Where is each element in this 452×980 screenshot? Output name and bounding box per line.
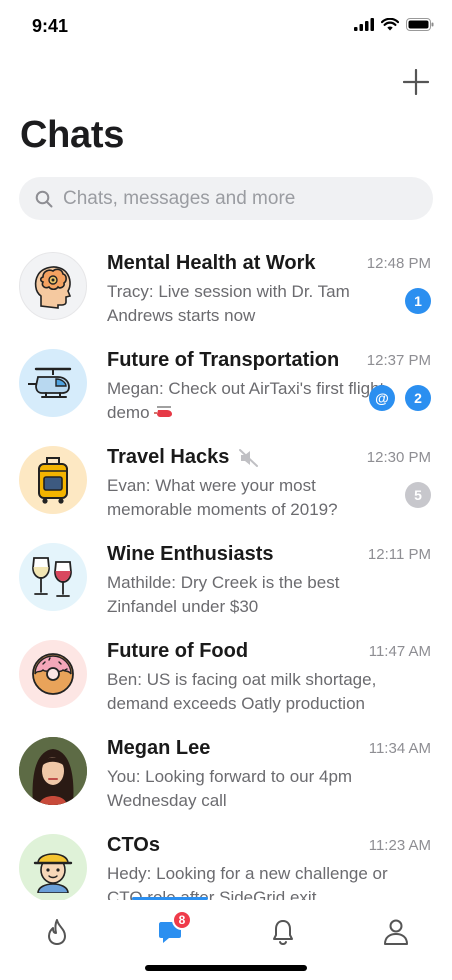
chat-name: Mental Health at Work [107, 252, 316, 274]
chat-name: Future of Food [107, 640, 249, 662]
chat-time: 11:34 AM [368, 740, 431, 757]
chat-name: Wine Enthusiasts [107, 543, 274, 565]
chat-row-wine-enthusiasts[interactable]: Wine Enthusiasts 12:11 PM Mathilde: Dry … [0, 531, 452, 627]
status-icons [354, 18, 434, 31]
bell-icon [273, 920, 293, 946]
chat-time: 12:30 PM [366, 449, 431, 466]
helicopter-emoji-icon [154, 406, 173, 417]
status-time: 9:41 [32, 16, 69, 36]
chat-preview: Ben: US is facing oat milk shortage, dem… [107, 670, 377, 713]
chat-time: 12:48 PM [366, 255, 431, 272]
group-avatar [19, 252, 87, 320]
battery-icon [406, 18, 434, 31]
chat-preview: Evan: What were your most memorable mome… [107, 476, 338, 519]
tab-chats[interactable]: 8 [145, 910, 195, 952]
mention-badge: @ [369, 385, 395, 411]
badges: 5 [405, 482, 431, 508]
flame-icon [48, 919, 66, 945]
helicopter-icon [28, 367, 72, 398]
chat-time: 12:37 PM [366, 352, 431, 369]
badges: @ 2 [369, 385, 431, 411]
chat-row-future-of-transportation[interactable]: Future of Transportation 12:37 PM Megan:… [0, 337, 452, 433]
home-indicator [145, 965, 307, 971]
brain-head-icon [34, 266, 72, 309]
chat-preview: Megan: Check out AirTaxi's first flight … [107, 379, 385, 422]
chat-row-megan-lee[interactable]: Megan Lee 11:34 AM You: Looking forward … [0, 725, 452, 821]
group-avatar [19, 446, 87, 514]
search-icon [35, 190, 53, 207]
chat-row-mental-health[interactable]: Mental Health at Work 12:48 PM Tracy: Li… [0, 240, 452, 336]
donut-icon [32, 653, 74, 695]
tab-bar: 8 [0, 900, 452, 960]
group-avatar [19, 349, 87, 417]
person-photo-icon [19, 737, 87, 805]
chat-row-ctos[interactable]: CTOs 11:23 AM Hedy: Looking for a new ch… [0, 822, 452, 900]
new-chat-button[interactable] [396, 62, 436, 102]
tab-profile[interactable] [371, 912, 421, 952]
user-avatar-photo [19, 737, 87, 805]
status-bar: 9:41 [0, 0, 452, 54]
wine-glasses-icon [32, 557, 72, 597]
chat-name: Future of Transportation [107, 349, 340, 371]
search-input[interactable]: Chats, messages and more [19, 177, 433, 220]
profile-icon [384, 919, 408, 945]
chat-name: CTOs [107, 834, 160, 856]
group-avatar [19, 543, 87, 611]
chat-preview: Tracy: Live session with Dr. Tam Andrews… [107, 282, 350, 325]
unread-badge: 2 [405, 385, 431, 411]
chat-preview: Mathilde: Dry Creek is the best Zinfande… [107, 573, 340, 616]
chat-list: Mental Health at Work 12:48 PM Tracy: Li… [0, 240, 452, 900]
chat-row-travel-hacks[interactable]: Travel Hacks 12:30 PM Evan: What were yo… [0, 434, 452, 530]
chat-time: 11:23 AM [368, 837, 431, 854]
engineer-helmet-icon [33, 853, 73, 893]
chat-preview: You: Looking forward to our 4pm Wednesda… [107, 767, 353, 810]
badges: 1 [405, 288, 431, 314]
tab-notifications[interactable] [258, 912, 308, 952]
group-avatar [19, 640, 87, 708]
chat-name: Travel Hacks [107, 446, 259, 469]
group-avatar [19, 834, 87, 900]
cellular-signal-icon [354, 18, 374, 31]
muted-unread-badge: 5 [405, 482, 431, 508]
unread-count-badge: 8 [172, 910, 192, 930]
chat-time: 12:11 PM [367, 546, 431, 563]
muted-speaker-icon [239, 448, 259, 467]
search-placeholder: Chats, messages and more [63, 187, 296, 209]
suitcase-icon [38, 457, 68, 504]
plus-icon [403, 69, 429, 95]
chat-time: 11:47 AM [368, 643, 431, 660]
chat-preview: Hedy: Looking for a new challenge or CTO… [107, 864, 388, 900]
wifi-icon [381, 18, 399, 31]
unread-badge: 1 [405, 288, 431, 314]
chat-row-future-of-food[interactable]: Future of Food 11:47 AM Ben: US is facin… [0, 628, 452, 724]
chat-name: Megan Lee [107, 737, 211, 759]
tab-discover[interactable] [32, 912, 82, 952]
page-title: Chats [20, 114, 125, 156]
